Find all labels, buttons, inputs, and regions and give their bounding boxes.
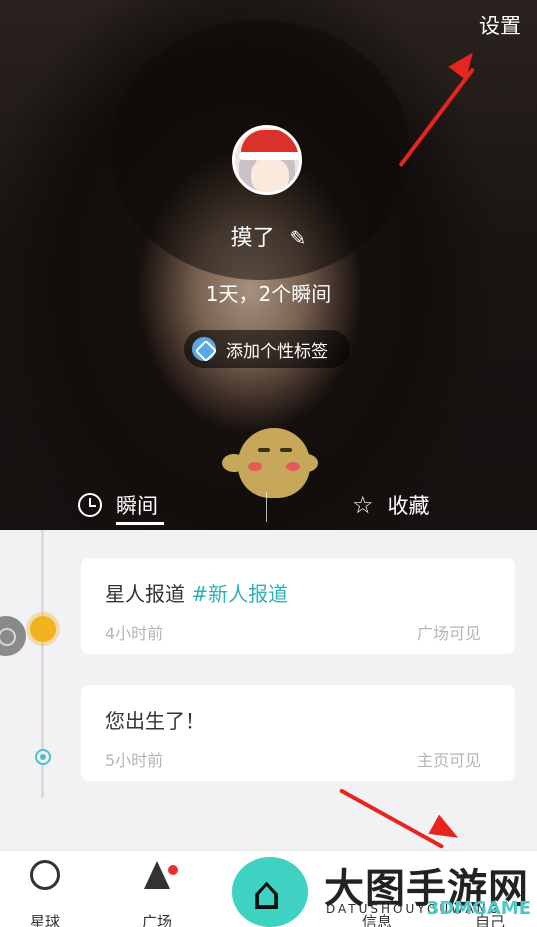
moment-visibility: 主页可见 (416, 751, 481, 770)
profile-tabs: 瞬间 ☆ 收藏 (0, 480, 537, 530)
tab-square[interactable]: 广场 (112, 851, 202, 927)
star-icon: ☆ (352, 491, 374, 519)
notification-dot (168, 865, 178, 875)
list-item[interactable]: 您出生了！ 5小时前 主页可见 (81, 685, 515, 781)
moment-title: 星人报道 #新人报道 (105, 582, 289, 606)
sun-icon (30, 616, 56, 642)
house-logo-icon: ⌂ (252, 866, 282, 920)
tab-favorites-label: 收藏 (387, 494, 430, 518)
cone-icon (144, 861, 170, 889)
watermark-logo: ⌂ 大图手游网 DATUSHOUYOUWANG 3DMGAME (232, 852, 537, 927)
planet-icon (30, 860, 60, 890)
tab-active-indicator (116, 522, 164, 525)
profile-header: 设置 摸了 ✎ 1天，2个瞬间 添加个性标签 瞬间 ☆ 收藏 (0, 0, 537, 530)
watermark-brand: 3DMGAME (426, 898, 531, 919)
add-tag-label: 添加个性标签 (226, 341, 328, 362)
tab-planet[interactable]: 星球 (0, 851, 90, 927)
tab-favorites[interactable]: ☆ 收藏 (352, 490, 430, 520)
list-item[interactable]: 星人报道 #新人报道 4小时前 广场可见 (81, 558, 515, 654)
nickname[interactable]: 摸了 ✎ (0, 220, 537, 252)
settings-button[interactable]: 设置 (479, 10, 521, 40)
edit-icon[interactable]: ✎ (290, 226, 307, 250)
moment-title: 您出生了！ (105, 709, 205, 733)
tab-square-label: 广场 (141, 913, 172, 927)
tab-planet-label: 星球 (29, 913, 60, 927)
add-tag-button[interactable]: 添加个性标签 (184, 330, 350, 368)
moments-feed: 星人报道 #新人报道 4小时前 广场可见 您出生了！ 5小时前 主页可见 (0, 530, 537, 850)
moment-visibility: 广场可见 (416, 624, 481, 643)
hashtag-link[interactable]: #新人报道 (191, 582, 288, 606)
moment-time: 4小时前 (105, 624, 164, 643)
nickname-text: 摸了 (230, 226, 275, 251)
avatar[interactable] (232, 125, 302, 195)
profile-stats: 1天，2个瞬间 (205, 282, 332, 306)
moment-time: 5小时前 (105, 751, 164, 770)
tab-moments-label: 瞬间 (116, 494, 158, 518)
tab-moments[interactable]: 瞬间 (78, 490, 158, 520)
tab-divider (266, 492, 267, 522)
tag-icon (192, 337, 216, 361)
planet-badge-icon (0, 616, 26, 656)
clock-icon (78, 493, 102, 517)
timeline-dot-icon (35, 749, 51, 765)
